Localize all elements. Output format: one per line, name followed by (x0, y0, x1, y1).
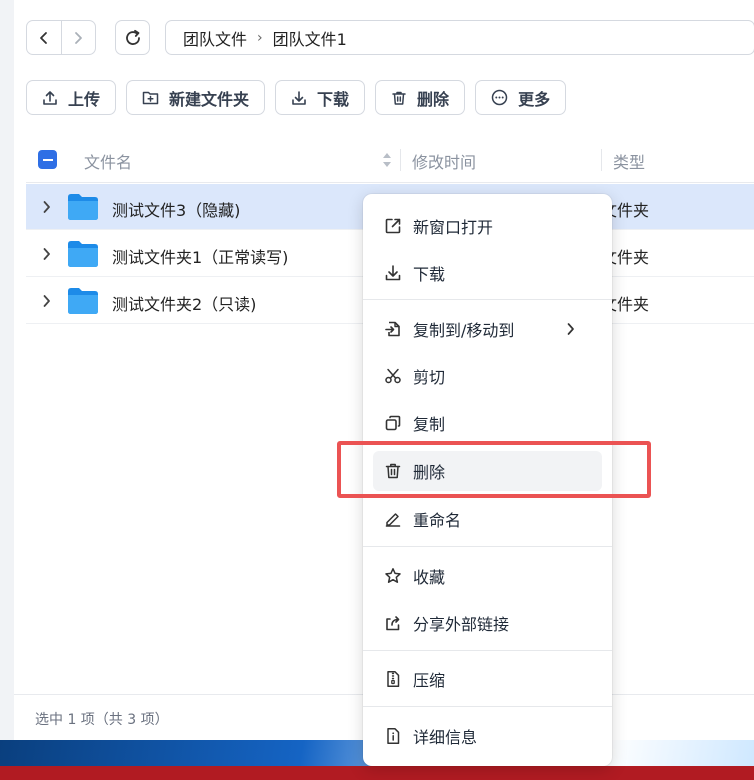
column-header-type[interactable]: 类型 (613, 149, 645, 173)
menu-item-copy[interactable]: 复制 (363, 403, 612, 443)
folder-icon (68, 241, 98, 267)
refresh-icon (125, 29, 140, 45)
column-header-modified[interactable]: 修改时间 (412, 149, 476, 173)
table-header: 文件名 修改时间 类型 (26, 137, 754, 183)
folder-icon (68, 194, 98, 220)
menu-item-label: 剪切 (413, 368, 446, 387)
breadcrumb-item[interactable]: 团队文件 (183, 26, 247, 50)
menu-item-label: 压缩 (413, 671, 446, 690)
upload-label: 上传 (68, 89, 101, 109)
trash-icon (392, 91, 406, 105)
new-folder-button[interactable]: 新建文件夹 (126, 80, 266, 115)
sort-icon[interactable] (382, 151, 392, 169)
menu-item-copy-move[interactable]: 复制到/移动到 (363, 309, 612, 349)
file-name: 测试文件3（隐藏) (112, 201, 241, 220)
rename-icon (385, 513, 401, 527)
menu-item-label: 新窗口打开 (413, 218, 494, 237)
new-folder-label: 新建文件夹 (169, 89, 250, 109)
menu-item-label: 重命名 (413, 511, 462, 530)
copy-icon (385, 415, 401, 431)
more-icon (491, 89, 508, 106)
menu-separator (363, 650, 612, 651)
folder-add-icon (142, 91, 159, 105)
menu-item-favorite[interactable]: 收藏 (363, 556, 612, 596)
menu-item-label: 详细信息 (413, 728, 478, 747)
selection-status: 选中 1 项（共 3 项） (35, 712, 169, 728)
menu-item-label: 复制到/移动到 (413, 321, 515, 340)
menu-separator (363, 706, 612, 707)
chevron-right-icon (75, 31, 83, 44)
expand-chevron-icon[interactable] (42, 200, 51, 214)
menu-item-share-link[interactable]: 分享外部链接 (363, 603, 612, 643)
chevron-left-icon (39, 31, 47, 44)
download-label: 下载 (317, 89, 350, 109)
share-icon (386, 616, 400, 631)
menu-item-compress[interactable]: 压缩 (363, 659, 612, 699)
star-icon (385, 568, 401, 583)
download-icon (292, 90, 306, 105)
menu-item-open-new-window[interactable]: 新窗口打开 (363, 206, 612, 246)
open-new-window-icon (385, 218, 401, 234)
back-button[interactable] (27, 21, 61, 54)
menu-separator (363, 299, 612, 300)
scissors-icon (385, 368, 401, 384)
column-header-name[interactable]: 文件名 (84, 149, 132, 173)
menu-item-download[interactable]: 下载 (363, 253, 612, 293)
menu-item-label: 复制 (413, 415, 446, 434)
delete-label: 删除 (417, 89, 450, 109)
download-icon (385, 265, 401, 281)
menu-item-label: 收藏 (413, 568, 446, 587)
file-name: 测试文件夹1（正常读写) (112, 248, 289, 267)
copy-move-icon (385, 321, 400, 337)
submenu-arrow-icon (567, 323, 574, 335)
forward-button[interactable] (60, 21, 96, 54)
breadcrumb-separator: › (257, 29, 263, 46)
more-label: 更多 (518, 89, 551, 109)
breadcrumb: 团队文件 › 团队文件1 (165, 20, 754, 55)
refresh-button[interactable] (115, 20, 150, 55)
history-nav (26, 20, 96, 55)
column-divider[interactable] (601, 149, 602, 171)
menu-item-rename[interactable]: 重命名 (363, 499, 612, 539)
menu-item-label: 分享外部链接 (413, 615, 510, 634)
upload-button[interactable]: 上传 (26, 80, 117, 115)
breadcrumb-item[interactable]: 团队文件1 (273, 26, 347, 50)
left-panel-edge (0, 0, 14, 740)
menu-item-label: 下载 (413, 265, 446, 284)
menu-item-cut[interactable]: 剪切 (363, 356, 612, 396)
expand-chevron-icon[interactable] (42, 294, 51, 308)
upload-icon (43, 90, 57, 105)
select-all-checkbox[interactable] (38, 150, 57, 169)
column-divider[interactable] (400, 149, 401, 171)
highlight-annotation (337, 441, 651, 498)
more-button[interactable]: 更多 (475, 80, 567, 115)
info-icon (387, 728, 400, 744)
delete-button[interactable]: 删除 (375, 80, 466, 115)
toolbar: 上传 新建文件夹 下载 删除 更多 (26, 80, 567, 115)
menu-item-details[interactable]: 详细信息 (363, 716, 612, 756)
expand-chevron-icon[interactable] (42, 247, 51, 261)
folder-icon (68, 288, 98, 314)
zip-icon (387, 671, 400, 687)
file-name: 测试文件夹2（只读) (112, 295, 257, 314)
download-button[interactable]: 下载 (275, 80, 366, 115)
menu-separator (363, 546, 612, 547)
